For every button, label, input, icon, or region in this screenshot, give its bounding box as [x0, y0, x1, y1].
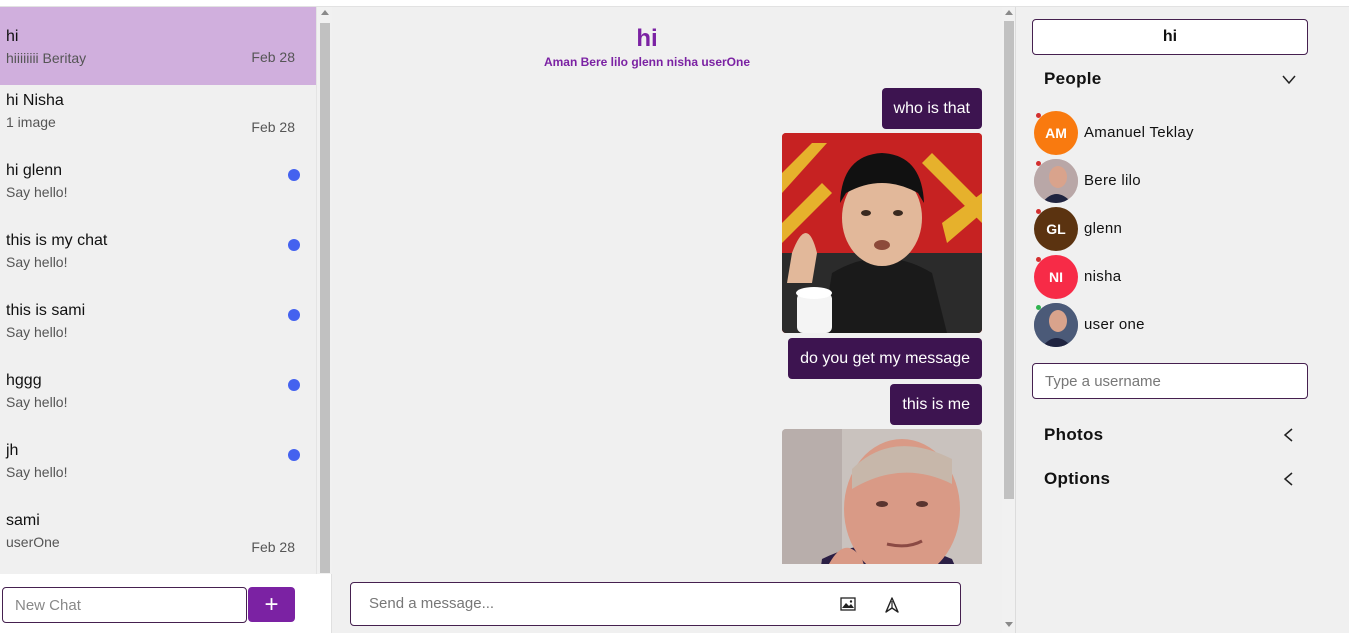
- status-dot-icon: [1036, 257, 1041, 262]
- message-image[interactable]: [782, 133, 982, 333]
- status-dot-icon: [1036, 161, 1041, 166]
- person-row[interactable]: NI nisha: [1034, 255, 1294, 299]
- person-row[interactable]: user one: [1034, 303, 1294, 347]
- person-name: Bere lilo: [1084, 172, 1141, 189]
- person-name: Amanuel Teklay: [1084, 124, 1194, 141]
- top-border: [0, 0, 1349, 7]
- chat-name: hi Nisha: [6, 92, 64, 109]
- person-name: user one: [1084, 316, 1145, 333]
- new-chat-input[interactable]: [2, 587, 247, 623]
- chat-list-scrollbar[interactable]: [316, 7, 332, 574]
- status-dot-icon: [1036, 113, 1041, 118]
- image-upload-icon[interactable]: [840, 597, 856, 611]
- chat-preview: Say hello!: [6, 324, 68, 340]
- chat-title-field[interactable]: hi: [1032, 19, 1308, 55]
- photo-image-2: [782, 429, 982, 564]
- chat-name: jh: [6, 442, 19, 459]
- people-section-header[interactable]: People: [1044, 69, 1296, 89]
- chat-list-item[interactable]: hggg Say hello!: [0, 365, 316, 435]
- chat-preview: Say hello!: [6, 184, 68, 200]
- chevron-down-icon[interactable]: [1282, 72, 1296, 86]
- unread-dot-icon: [288, 449, 300, 461]
- scrollbar-thumb[interactable]: [320, 23, 330, 573]
- avatar: GL: [1034, 207, 1078, 251]
- new-chat-bar: +: [0, 574, 332, 633]
- chat-name: this is sami: [6, 302, 86, 319]
- avatar: [1034, 159, 1078, 203]
- chat-list-item[interactable]: this is sami Say hello!: [0, 295, 316, 365]
- chat-list: hi hiiiiiiii Beritay Feb 28 hi Nisha 1 image…: [0, 7, 316, 574]
- chat-list-item[interactable]: jh Say hello!: [0, 435, 316, 505]
- person-row[interactable]: Bere lilo: [1034, 159, 1294, 203]
- photo-image-1: [782, 133, 982, 333]
- chat-preview: Say hello!: [6, 394, 68, 410]
- chat-name: hggg: [6, 372, 42, 389]
- scroll-up-icon[interactable]: [1005, 10, 1013, 15]
- chat-list-item[interactable]: hi glenn Say hello!: [0, 155, 316, 225]
- photos-label: Photos: [1044, 425, 1104, 444]
- chat-date: Feb 28: [251, 539, 295, 555]
- chat-title: hi: [636, 25, 658, 52]
- unread-dot-icon: [288, 239, 300, 251]
- message-bubble: who is that: [881, 88, 982, 129]
- status-dot-icon: [1036, 209, 1041, 214]
- chat-date: Feb 28: [251, 119, 295, 135]
- chat-feed: hi Aman Bere lilo glenn nisha userOne wh…: [332, 7, 1002, 633]
- chevron-left-icon[interactable]: [1282, 472, 1296, 486]
- person-row[interactable]: AM Amanuel Teklay: [1034, 111, 1294, 155]
- unread-dot-icon: [288, 379, 300, 391]
- message-bubble: do you get my message: [788, 338, 982, 379]
- chat-feed-scrollbar[interactable]: [1002, 7, 1016, 633]
- chat-name: hi glenn: [6, 162, 63, 179]
- avatar: NI: [1034, 255, 1078, 299]
- unread-dot-icon: [288, 169, 300, 181]
- scroll-down-icon[interactable]: [1005, 622, 1013, 627]
- chat-members: Aman Bere lilo glenn nisha userOne: [543, 55, 751, 69]
- add-chat-button[interactable]: +: [248, 587, 295, 622]
- message-input[interactable]: [369, 595, 809, 612]
- person-row[interactable]: GL glenn: [1034, 207, 1294, 251]
- person-name: glenn: [1084, 220, 1123, 237]
- unread-dot-icon: [288, 309, 300, 321]
- chevron-left-icon[interactable]: [1282, 428, 1296, 442]
- username-input[interactable]: [1032, 363, 1308, 399]
- chat-settings: hi People AM Amanuel Teklay Bere lilo GL gle…: [1016, 7, 1349, 633]
- message-image[interactable]: [782, 429, 982, 564]
- scrollbar-thumb[interactable]: [1004, 21, 1014, 499]
- chat-name: sami: [6, 512, 40, 529]
- avatar: [1034, 303, 1078, 347]
- avatar: AM: [1034, 111, 1078, 155]
- message-composer: [350, 582, 961, 626]
- send-icon[interactable]: [884, 597, 900, 613]
- photos-section-header[interactable]: Photos: [1044, 425, 1296, 445]
- status-dot-icon: [1036, 305, 1041, 310]
- options-label: Options: [1044, 469, 1111, 488]
- chat-name: this is my chat: [6, 232, 108, 249]
- chat-preview: Say hello!: [6, 254, 68, 270]
- scroll-up-icon[interactable]: [321, 10, 329, 15]
- chat-name: hi: [6, 28, 19, 45]
- chat-list-item[interactable]: sami userOne Feb 28: [0, 505, 316, 574]
- chat-list-item[interactable]: hi hiiiiiiii Beritay Feb 28: [0, 7, 316, 85]
- options-section-header[interactable]: Options: [1044, 469, 1296, 489]
- chat-preview: Say hello!: [6, 464, 68, 480]
- person-name: nisha: [1084, 268, 1122, 285]
- chat-date: Feb 28: [251, 49, 295, 65]
- message-bubble: this is me: [890, 384, 982, 425]
- chat-list-item[interactable]: this is my chat Say hello!: [0, 225, 316, 295]
- message-area: hi Aman Bere lilo glenn nisha userOne wh…: [332, 7, 1002, 564]
- chat-list-item[interactable]: hi Nisha 1 image Feb 28: [0, 85, 316, 155]
- people-label: People: [1044, 69, 1102, 88]
